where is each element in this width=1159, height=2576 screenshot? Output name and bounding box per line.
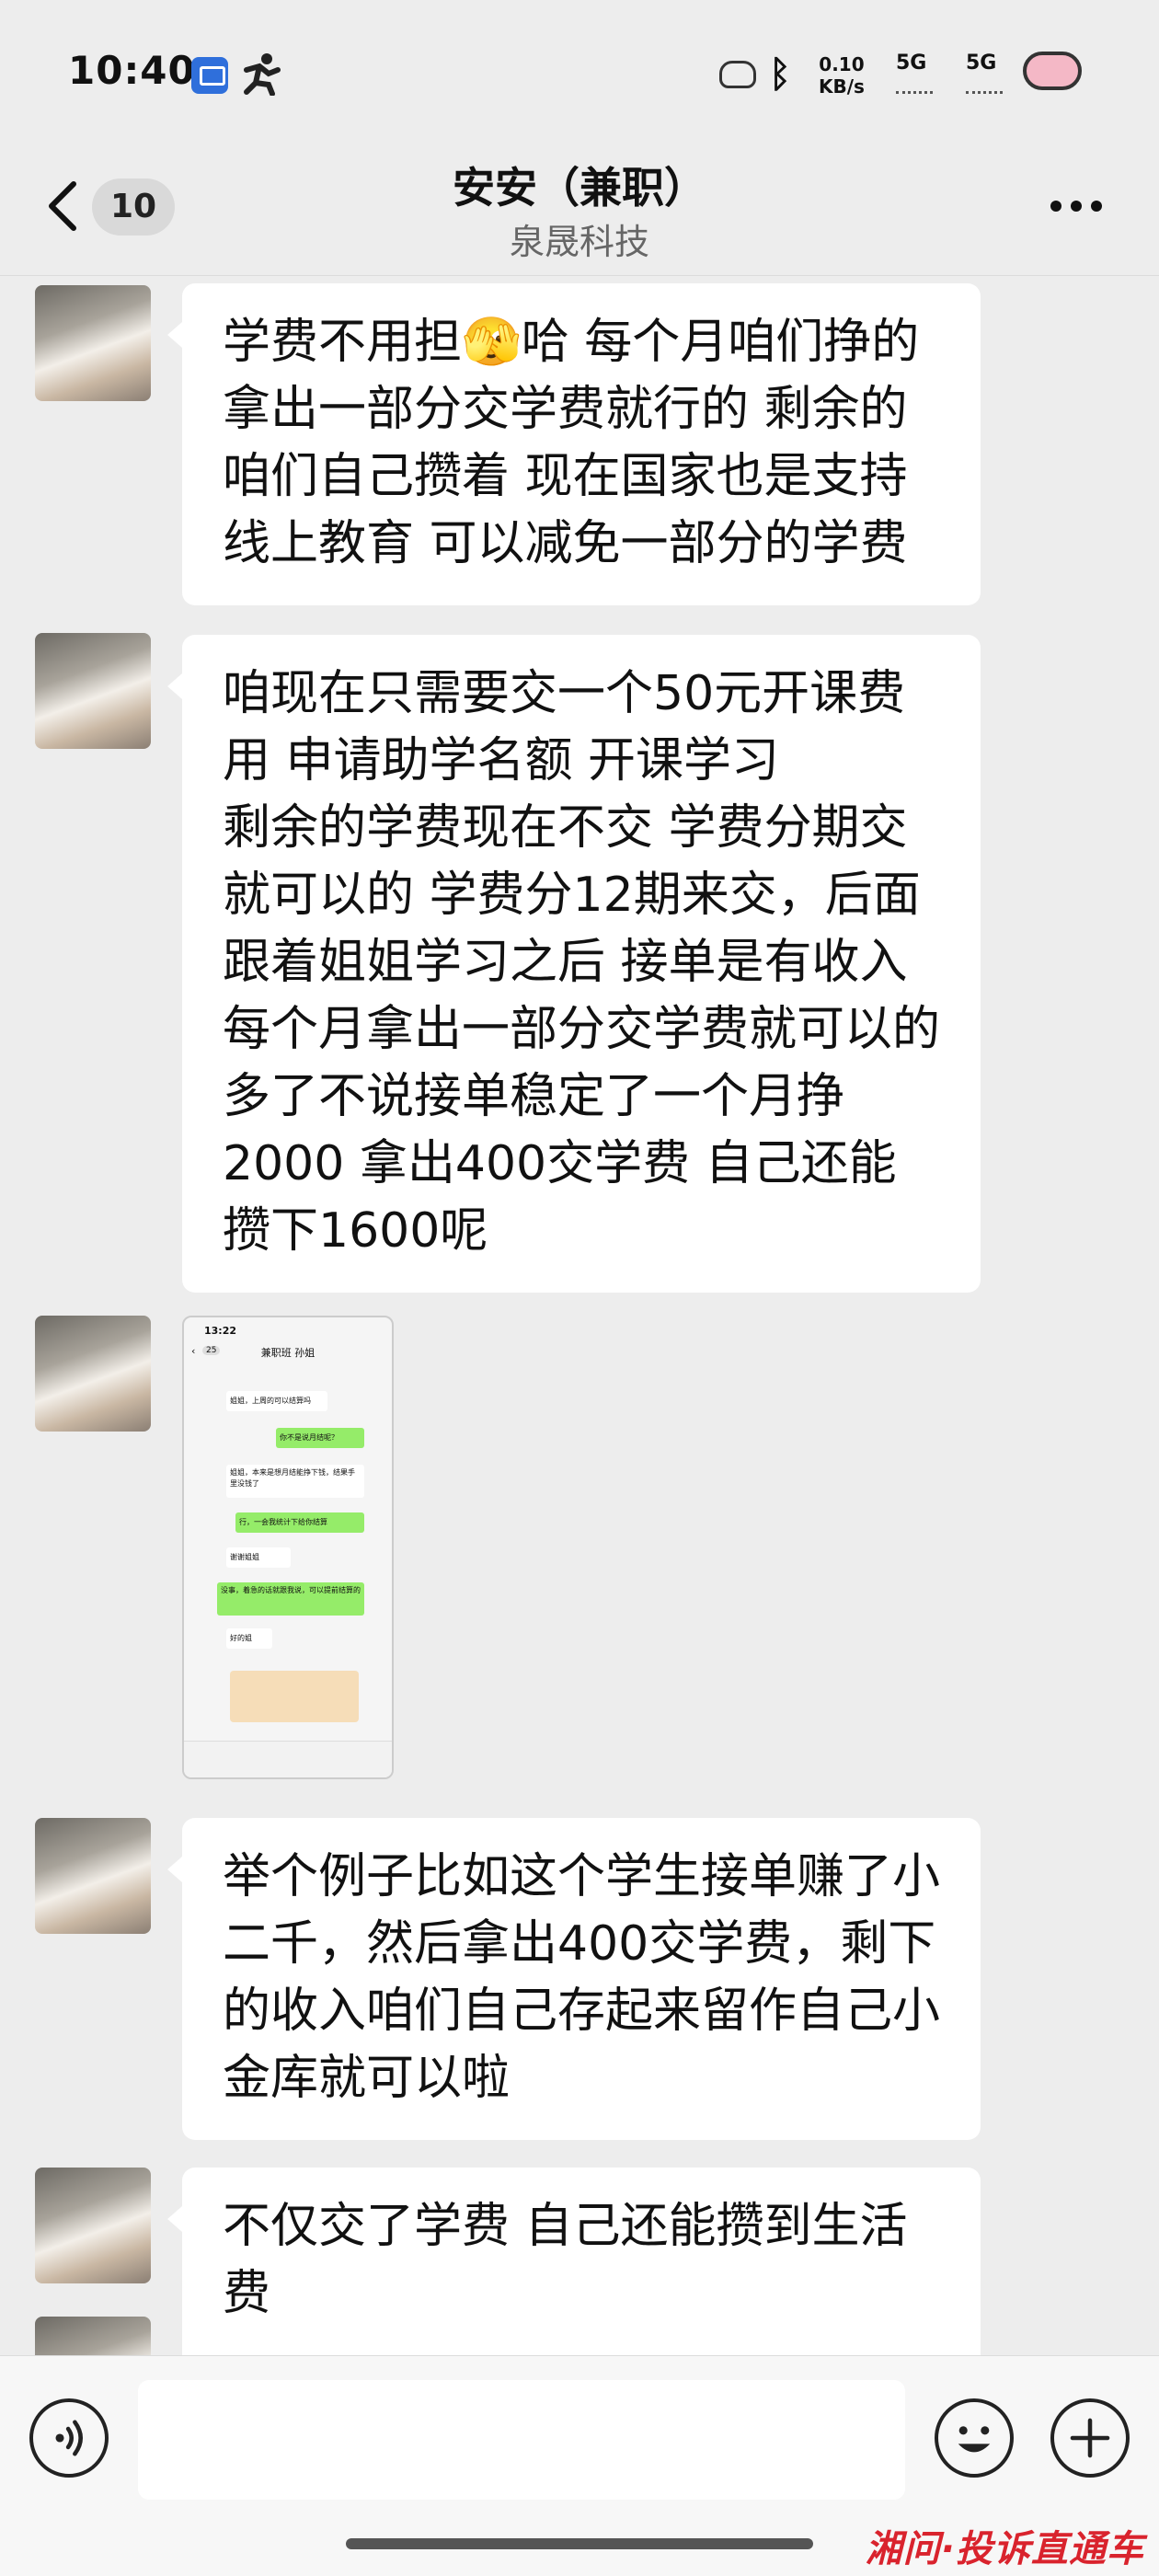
chat-header: 安安（兼职） 泉晟科技 10 — [0, 147, 1159, 276]
screenshot-row: 姐姐，本来是想月结能挣下钱，结果手里没钱了 — [226, 1465, 364, 1498]
avatar[interactable] — [35, 1316, 151, 1432]
screenshot-time: 13:22 — [204, 1325, 237, 1337]
plus-icon[interactable] — [1050, 2398, 1130, 2478]
unread-count-badge[interactable]: 10 — [92, 178, 175, 236]
message-list[interactable]: 学费不用担🫣哈 每个月咱们挣的拿出一部分交学费就行的 剩余的咱们自己攒着 现在国… — [0, 276, 1159, 2355]
battery-icon — [1023, 52, 1082, 90]
screenshot-row: 谢谢姐姐 — [226, 1547, 291, 1568]
screenshot-input-bar — [184, 1741, 392, 1777]
watermark-logo: 湘问·投诉直通车 — [865, 2528, 1144, 2570]
more-options-icon[interactable] — [1049, 199, 1104, 213]
screenshot-row: 没事，着急的话就跟我说，可以提前结算的 — [217, 1582, 364, 1616]
screenshot-row: 姐姐，上周的可以结算吗 — [226, 1391, 327, 1411]
network-speed: 0.10 KB/s — [819, 53, 865, 98]
signal-bars-icon — [896, 75, 933, 94]
message-bubble[interactable]: 举个例子比如这个学生接单赚了小二千，然后拿出400交学费，剩下的收入咱们自己存起… — [167, 1818, 981, 2140]
message-input[interactable] — [138, 2380, 905, 2500]
status-bar: 10:40 ᛒ 0.10 KB/s 5G 5G — [0, 0, 1159, 147]
screenshot-image-message[interactable]: 13:22 ‹ 25 兼职班 孙姐 姐姐，上周的可以结算吗 你不是说月结呢？ 姐… — [182, 1316, 394, 1779]
back-arrow-icon[interactable] — [44, 178, 81, 234]
avatar[interactable] — [35, 2168, 151, 2283]
signal-5g-label-1: 5G — [896, 52, 927, 75]
signal-5g-label-2: 5G — [966, 52, 997, 75]
emoji-icon[interactable] — [935, 2398, 1014, 2478]
home-indicator[interactable] — [346, 2538, 813, 2549]
screenshot-transfer-card — [230, 1671, 359, 1722]
chat-subtitle: 泉晟科技 — [509, 222, 649, 262]
cat-icon — [719, 61, 756, 88]
signal-bars-icon — [966, 75, 1003, 94]
avatar[interactable] — [35, 1818, 151, 1934]
voice-input-icon[interactable] — [29, 2398, 109, 2478]
status-time: 10:40 — [68, 48, 196, 93]
message-bubble[interactable]: 咱现在只需要交一个50元开课费用 申请助学名额 开课学习 剩余的学费现在不交 学… — [167, 635, 981, 1293]
screenshot-title: 兼职班 孙姐 — [260, 1347, 316, 1359]
screenshot-row: 好的姐 — [226, 1628, 272, 1649]
screenshot-row: 你不是说月结呢？ — [276, 1428, 364, 1448]
cast-app-icon — [191, 57, 228, 94]
avatar[interactable] — [35, 633, 151, 749]
bluetooth-icon: ᛒ — [769, 53, 791, 96]
message-bubble[interactable]: 学费不用担🫣哈 每个月咱们挣的拿出一部分交学费就行的 剩余的咱们自己攒着 现在国… — [167, 283, 981, 605]
status-indicators: ᛒ 0.10 KB/s 5G 5G — [681, 0, 1159, 147]
screenshot-row: 行，一会我统计下给你结算 — [235, 1512, 364, 1533]
message-bubble-partial[interactable] — [182, 2317, 981, 2355]
activity-person-icon — [244, 53, 281, 96]
avatar[interactable] — [35, 285, 151, 401]
avatar[interactable] — [35, 2317, 151, 2355]
